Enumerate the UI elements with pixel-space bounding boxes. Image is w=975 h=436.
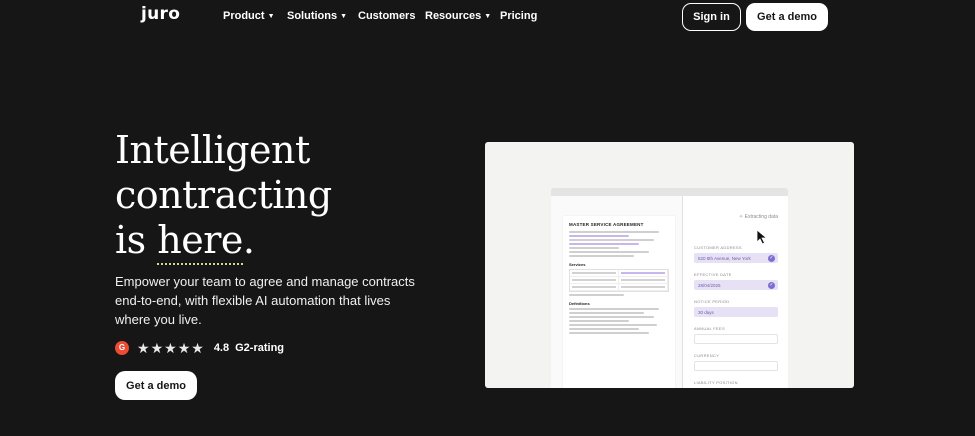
nav-item-solutions[interactable]: Solutions ▼ [287,10,347,22]
document-pane: MASTER SERVICE AGREEMENT Services Defini… [551,196,683,388]
nav-item-resources[interactable]: Resources ▼ [425,10,491,22]
nav-item-label: Resources [425,10,482,22]
headline-suffix: . [242,218,255,262]
extracting-label: Extracting data [744,214,778,220]
field-label: CURRENCY [694,353,720,358]
field-value: 30 days [698,310,714,315]
star-icon: ★ [150,339,164,356]
get-demo-nav-button[interactable]: Get a demo [746,3,828,31]
headline-line-2: contracting [115,173,332,217]
chevron-down-icon: ▼ [267,13,275,20]
customer-address-field[interactable]: 520 8th Avenue, New York ✓ [694,253,778,263]
doc-section-services: Services [569,262,586,267]
check-icon: ✓ [768,282,775,289]
nav-item-label: Pricing [500,10,538,22]
nav-item-pricing[interactable]: Pricing [500,10,537,22]
extracting-status: ✧ Extracting data [739,214,778,220]
star-icon: ★ [177,339,191,356]
currency-field[interactable] [694,361,778,371]
effective-date-field[interactable]: 28/04/2025 ✓ [694,280,778,290]
g2-rating: G ★ ★ ★ ★ ★ 4.8 G2-rating [115,340,284,355]
doc-title: MASTER SERVICE AGREEMENT [569,222,644,227]
star-icon: ★ [191,339,204,356]
top-nav: juro Product ▼ Solutions ▼ Customers Resou… [0,0,975,34]
hero-subtext: Empower your team to agree and manage co… [115,274,415,327]
g2-logo-icon: G [115,340,129,355]
check-icon: ✓ [768,255,775,262]
annual-fees-field[interactable] [694,334,778,344]
extraction-pane: ✧ Extracting data CUSTOMER ADDRESS 520 8… [684,196,788,388]
headline-prefix: is [115,218,158,262]
cursor-icon [756,229,768,245]
get-demo-hero-button[interactable]: Get a demo [115,371,197,400]
field-value: 520 8th Avenue, New York [698,256,751,261]
chevron-down-icon: ▼ [340,13,348,20]
headline-line-3: is here. [115,218,445,265]
star-icon: ★ [137,339,150,356]
sign-in-button[interactable]: Sign in [682,3,741,31]
product-screenshot: MASTER SERVICE AGREEMENT Services Defini… [485,142,854,388]
chevron-down-icon: ▼ [484,13,492,20]
field-value: 28/04/2025 [698,283,721,288]
nav-item-product[interactable]: Product ▼ [223,10,275,22]
headline-line-1: Intelligent [115,128,310,172]
field-label: CUSTOMER ADDRESS [694,245,742,250]
rating-value: 4.8 [213,341,230,354]
app-window: MASTER SERVICE AGREEMENT Services Defini… [551,188,788,388]
field-label: LIABILITY POSITION [694,380,738,385]
juro-logo[interactable]: juro [141,4,180,24]
doc-table [569,269,669,292]
star-icon: ★ [164,339,177,356]
field-label: ANNUAL FEES [694,326,725,331]
field-label: NOTICE PERIOD [694,299,730,304]
field-label: EFFECTIVE DATE [694,272,732,277]
nav-item-label: Solutions [287,10,338,22]
headline-highlight: here [157,218,243,265]
nav-item-label: Product [223,10,265,22]
hero-headline: Intelligent contracting is here. [115,128,445,265]
contract-document: MASTER SERVICE AGREEMENT Services Defini… [563,216,675,388]
rating-stars: ★ ★ ★ ★ ★ [137,341,204,355]
nav-item-label: Customers [358,10,416,22]
rating-label: G2-rating [235,341,285,354]
nav-item-customers[interactable]: Customers [358,10,415,22]
notice-period-field[interactable]: 30 days [694,307,778,317]
doc-section-definitions: Definitions [569,301,590,306]
